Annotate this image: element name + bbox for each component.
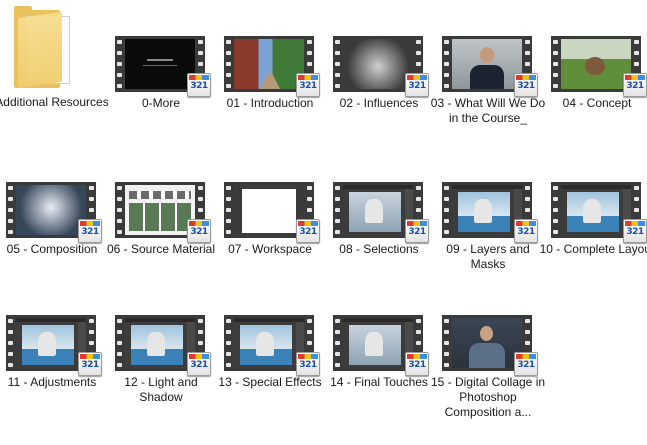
video-thumbnail: 321 bbox=[109, 34, 213, 97]
video-file-label: 0-More bbox=[141, 96, 180, 110]
video-thumbnail: 321 bbox=[218, 180, 322, 243]
media-player-classic-icon: 321 bbox=[405, 219, 429, 243]
video-file-label: 09 - Layers and Masks bbox=[446, 242, 530, 271]
video-file-label: 06 - Source Material bbox=[106, 242, 216, 256]
video-file-label: 01 - Introduction bbox=[226, 96, 314, 110]
media-player-classic-icon: 321 bbox=[623, 73, 647, 97]
video-thumbnail: 321 bbox=[109, 180, 213, 243]
video-file-label: 07 - Workspace bbox=[228, 242, 312, 256]
video-file-label: 04 - Concept bbox=[562, 96, 632, 110]
video-file-label: 14 - Final Touches bbox=[330, 375, 428, 389]
video-thumbnail: 321 bbox=[545, 180, 647, 243]
folder-icon bbox=[14, 6, 70, 89]
media-player-classic-icon: 321 bbox=[187, 219, 211, 243]
media-player-classic-icon: 321 bbox=[405, 73, 429, 97]
video-file-label: 15 - Digital Collage in Photoshop Compos… bbox=[430, 375, 546, 419]
video-file-label: 13 - Special Effects bbox=[218, 375, 322, 389]
media-player-classic-icon: 321 bbox=[187, 352, 211, 376]
video-file-label: 11 - Adjustments bbox=[7, 375, 97, 389]
media-player-classic-icon: 321 bbox=[514, 219, 538, 243]
media-player-classic-icon: 321 bbox=[78, 352, 102, 376]
video-thumbnail: 321 bbox=[0, 180, 104, 243]
folder-label: Additional Resources bbox=[0, 95, 109, 109]
media-player-classic-icon: 321 bbox=[187, 73, 211, 97]
video-thumbnail: 321 bbox=[218, 313, 322, 376]
media-player-classic-icon: 321 bbox=[296, 219, 320, 243]
video-file-label: 10 - Complete Layout bbox=[539, 242, 647, 256]
video-thumbnail: 321 bbox=[327, 180, 431, 243]
video-file-label: 12 - Light and Shadow bbox=[124, 375, 198, 404]
media-player-classic-icon: 321 bbox=[296, 73, 320, 97]
video-file-label: 02 - Influences bbox=[339, 96, 419, 110]
video-file-label: 08 - Selections bbox=[339, 242, 419, 256]
video-thumbnail: 321 bbox=[436, 34, 540, 97]
media-player-classic-icon: 321 bbox=[78, 219, 102, 243]
video-file-label: 05 - Composition bbox=[6, 242, 98, 256]
media-player-classic-icon: 321 bbox=[514, 73, 538, 97]
media-player-classic-icon: 321 bbox=[623, 219, 647, 243]
video-thumbnail: 321 bbox=[545, 34, 647, 97]
media-player-classic-icon: 321 bbox=[514, 352, 538, 376]
media-player-classic-icon: 321 bbox=[296, 352, 320, 376]
video-thumbnail: 321 bbox=[327, 34, 431, 97]
video-thumbnail: 321 bbox=[218, 34, 322, 97]
video-thumbnail: 321 bbox=[109, 313, 213, 376]
video-file-label: 03 - What Will We Do in the Course_ bbox=[430, 96, 546, 125]
media-player-classic-icon: 321 bbox=[405, 352, 429, 376]
video-thumbnail: 321 bbox=[436, 313, 540, 376]
video-thumbnail: 321 bbox=[0, 313, 104, 376]
video-thumbnail: 321 bbox=[327, 313, 431, 376]
video-thumbnail: 321 bbox=[436, 180, 540, 243]
